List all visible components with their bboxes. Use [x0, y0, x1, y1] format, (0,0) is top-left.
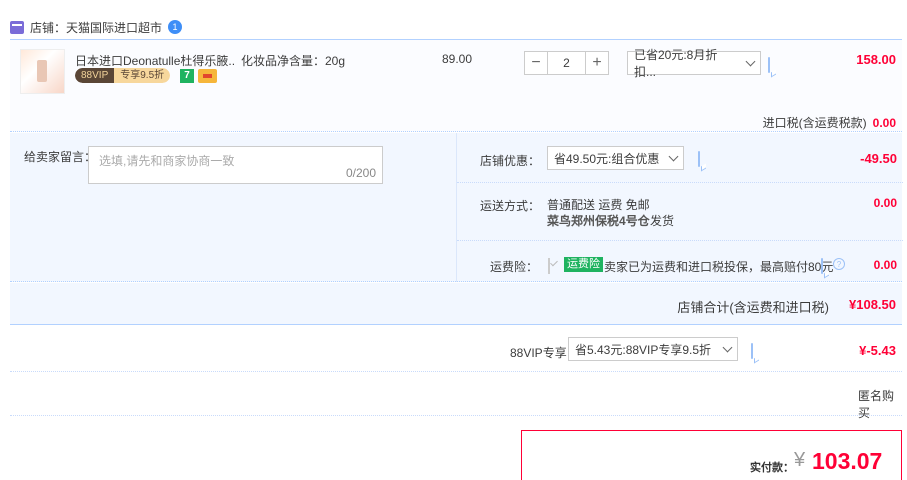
shipping-row: 运送方式： 普通配送 运费 免邮 菜鸟郑州保税4号仓 发货 0.00 — [457, 183, 903, 241]
store-discount-row: 店铺优惠： 省49.50元:组合优惠 -49.50 — [457, 133, 903, 183]
store-total-label: 店铺合计(含运费和进口税) — [677, 300, 829, 315]
store-discount-label: 店铺优惠： — [480, 154, 541, 168]
payment-summary: 实付款： ¥ 103.07 — [521, 430, 902, 480]
vip-row: 88VIP专享 省5.43元:88VIP专享9.5折 ¥-5.43 — [10, 326, 902, 372]
vip-discount-value: 省5.43元:88VIP专享9.5折 — [575, 342, 712, 357]
vip-tag-label: 88VIP — [75, 68, 115, 83]
seven-day-return-icon: 7 — [180, 69, 194, 83]
insurance-fee: 0.00 — [873, 258, 897, 272]
shipping-fee: 0.00 — [873, 196, 897, 210]
insurance-description: 卖家已为运费和进口税投保，最高赔付80元 — [604, 260, 834, 274]
vip-tag-discount: 专享9.5折 — [114, 68, 171, 83]
product-thumbnail[interactable] — [20, 49, 65, 94]
product-subtotal: 158.00 — [856, 52, 896, 67]
chevron-down-icon — [668, 151, 679, 161]
quantity-plus-button[interactable]: + — [585, 51, 609, 75]
order-options: 给卖家留言： 选填,请先和商家协商一致 0/200 店铺优惠： 省49.50元:… — [10, 133, 903, 282]
product-name[interactable]: 日本进口Deonatulle杜得乐腋... — [75, 52, 235, 69]
product-row: 日本进口Deonatulle杜得乐腋... 88VIP 专享9.5折 7 化妆品… — [10, 39, 902, 132]
chat-icon[interactable] — [751, 343, 753, 359]
insurance-label: 运费险： — [490, 260, 539, 274]
message-textarea[interactable]: 选填,请先和商家协商一致 0/200 — [88, 146, 383, 184]
vip-discount-amount: ¥-5.43 — [859, 343, 896, 358]
vip-label: 88VIP专享 — [510, 346, 567, 360]
product-discount-select[interactable]: 已省20元:8月折扣... — [627, 48, 761, 79]
anonymous-row: 匿名购买 — [10, 373, 902, 420]
store-discount-value: 省49.50元:组合优惠 — [554, 151, 660, 166]
store-header: 店铺： 天猫国际进口超市 1 — [10, 16, 183, 38]
insurance-checkbox[interactable] — [548, 258, 550, 274]
vip-discount-select[interactable]: 省5.43元:88VIP专享9.5折 — [568, 337, 738, 361]
shipping-dispatch: 发货 — [650, 214, 675, 228]
chat-icon[interactable] — [821, 258, 823, 274]
import-tax: 进口税(含运费税款) 0.00 — [763, 114, 896, 131]
quantity-input[interactable]: 2 — [548, 51, 585, 75]
product-discount-value: 已省20元:8月折扣... — [634, 48, 718, 79]
shipping-warehouse: 菜鸟郑州保税4号仓 — [547, 214, 650, 228]
credit-card-icon — [198, 69, 217, 83]
chat-icon[interactable] — [768, 57, 770, 73]
insurance-tag: 运费险 — [564, 257, 603, 272]
chat-icon[interactable] — [698, 151, 700, 167]
store-discount-select[interactable]: 省49.50元:组合优惠 — [547, 146, 684, 170]
store-badge[interactable]: 1 — [168, 20, 183, 34]
payment-currency: ¥ — [794, 449, 806, 471]
shipping-method: 普通配送 运费 免邮 — [547, 198, 650, 212]
message-counter: 0/200 — [345, 166, 376, 180]
store-label: 店铺： — [30, 20, 67, 35]
quantity-stepper: − 2 + — [524, 51, 609, 75]
shipping-label: 运送方式： — [480, 199, 541, 213]
help-icon[interactable]: ? — [833, 258, 845, 270]
quantity-minus-button[interactable]: − — [524, 51, 548, 75]
import-tax-label: 进口税(含运费税款) — [762, 116, 867, 130]
product-spec: 化妆品净含量：20g — [241, 54, 346, 68]
store-name[interactable]: 天猫国际进口超市 — [66, 19, 162, 36]
store-total-value: ¥108.50 — [849, 297, 896, 312]
message-placeholder: 选填,请先和商家协商一致 — [99, 154, 235, 168]
vip-discount-tag: 88VIP 专享9.5折 — [75, 68, 171, 83]
message-label: 给卖家留言： — [24, 150, 97, 164]
import-tax-value: 0.00 — [872, 115, 896, 130]
right-options-panel: 店铺优惠： 省49.50元:组合优惠 -49.50 运送方式： 普通配送 运费 … — [456, 133, 903, 282]
anonymous-label[interactable]: 匿名购买 — [858, 387, 902, 421]
store-total-row: 店铺合计(含运费和进口税) ¥108.50 — [10, 283, 902, 325]
store-icon — [10, 20, 24, 34]
insurance-row: 运费险： 运费险 卖家已为运费和进口税投保，最高赔付80元 ? 0.00 — [457, 241, 903, 282]
payment-amount: 103.07 — [812, 448, 883, 474]
unit-price: 89.00 — [442, 52, 473, 66]
chevron-down-icon — [745, 56, 756, 66]
store-discount-amount: -49.50 — [860, 151, 897, 166]
chevron-down-icon — [722, 342, 733, 352]
payment-label: 实付款： — [750, 462, 794, 474]
